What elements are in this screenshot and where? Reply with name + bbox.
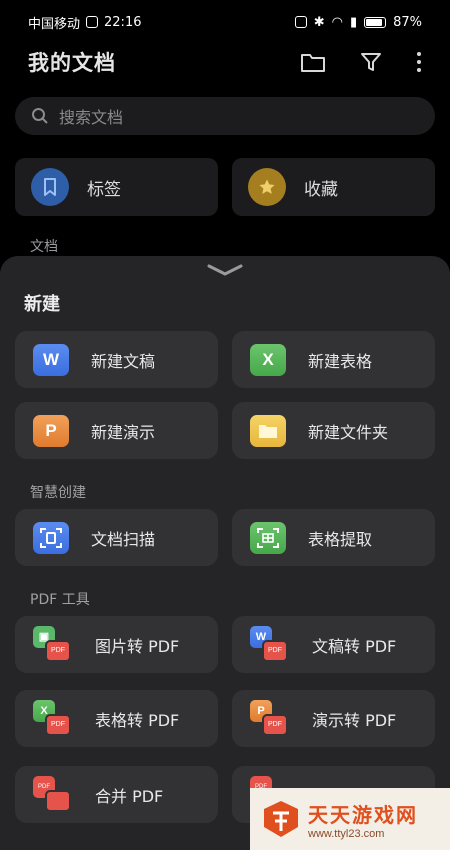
new-presentation-button[interactable]: P 新建演示: [15, 402, 218, 459]
logo-icon: [264, 801, 298, 837]
folder-icon: [250, 414, 286, 447]
image-to-pdf-label: 图片转 PDF: [95, 636, 180, 656]
pdf-tools-title: PDF 工具: [30, 592, 90, 608]
alarm-icon: [294, 16, 307, 28]
new-spreadsheet-button[interactable]: X 新建表格: [232, 331, 435, 388]
new-bottom-sheet: 新建 W 新建文稿 X 新建表格 P 新建演示 新建文件夹 智慧创建 文档扫描 …: [0, 256, 450, 850]
search-icon: [32, 108, 48, 124]
excel-icon: X: [250, 343, 286, 376]
document-scan-label: 文档扫描: [91, 529, 156, 549]
star-icon: [248, 168, 286, 206]
bluetooth-icon: ✱: [313, 14, 325, 30]
battery-percent: 87%: [393, 14, 422, 30]
battery-icon: [364, 16, 387, 28]
hd-icon: [86, 16, 99, 28]
sheet-title: 新建: [24, 294, 60, 315]
smart-create-title: 智慧创建: [30, 485, 86, 501]
watermark-name: 天天游戏网: [308, 802, 418, 827]
new-folder-label: 新建文件夹: [308, 422, 389, 442]
document-scan-button[interactable]: 文档扫描: [15, 509, 218, 566]
doc-to-pdf-label: 文稿转 PDF: [312, 636, 397, 656]
new-document-label: 新建文稿: [91, 351, 156, 371]
filter-icon[interactable]: [360, 51, 382, 73]
more-menu-icon[interactable]: [416, 51, 422, 73]
tags-card[interactable]: 标签: [15, 158, 218, 216]
scan-document-icon: [33, 521, 69, 554]
watermark-logo: 天天游戏网 www.ttyl23.com: [250, 788, 450, 850]
slides-to-pdf-button[interactable]: P PDF 演示转 PDF: [232, 690, 435, 747]
excel-pdf-icon: X PDF: [33, 699, 73, 738]
image-to-pdf-button[interactable]: ▣ PDF 图片转 PDF: [15, 616, 218, 673]
folder-icon[interactable]: [300, 51, 326, 73]
merge-pdf-label: 合并 PDF: [95, 786, 164, 806]
status-bar: 中国移动 22:16 ✱ ◠ ▮ 87%: [0, 0, 450, 44]
word-icon: W: [33, 343, 69, 376]
collapse-chevron-icon[interactable]: [205, 262, 245, 281]
table-extract-button[interactable]: 表格提取: [232, 509, 435, 566]
new-spreadsheet-label: 新建表格: [308, 351, 373, 371]
table-extract-label: 表格提取: [308, 529, 373, 549]
app-bar: 我的文档: [0, 44, 450, 80]
search-input[interactable]: 搜索文档: [15, 97, 435, 135]
merge-pdf-button[interactable]: PDF 合并 PDF: [15, 766, 218, 823]
new-document-button[interactable]: W 新建文稿: [15, 331, 218, 388]
favorites-label: 收藏: [304, 179, 338, 200]
sheet-to-pdf-button[interactable]: X PDF 表格转 PDF: [15, 690, 218, 747]
carrier-text: 中国移动: [28, 16, 81, 32]
watermark-url: www.ttyl23.com: [308, 827, 385, 840]
powerpoint-pdf-icon: P PDF: [250, 699, 290, 738]
sheet-to-pdf-label: 表格转 PDF: [95, 710, 180, 730]
bookmark-icon: [31, 168, 69, 206]
table-extract-icon: [250, 521, 286, 554]
clock-text: 22:16: [104, 14, 142, 30]
wifi-icon: ◠: [331, 14, 343, 30]
signal-icon: ▮: [349, 14, 358, 30]
documents-section-title: 文档: [30, 239, 58, 255]
powerpoint-icon: P: [33, 414, 69, 447]
merge-pdf-icon: PDF: [33, 775, 73, 814]
new-presentation-label: 新建演示: [91, 422, 156, 442]
page-title: 我的文档: [28, 51, 116, 75]
favorites-card[interactable]: 收藏: [232, 158, 435, 216]
slides-to-pdf-label: 演示转 PDF: [312, 710, 397, 730]
search-placeholder: 搜索文档: [59, 108, 124, 127]
new-folder-button[interactable]: 新建文件夹: [232, 402, 435, 459]
word-pdf-icon: W PDF: [250, 625, 290, 664]
image-pdf-icon: ▣ PDF: [33, 625, 73, 664]
tags-label: 标签: [87, 179, 121, 200]
doc-to-pdf-button[interactable]: W PDF 文稿转 PDF: [232, 616, 435, 673]
